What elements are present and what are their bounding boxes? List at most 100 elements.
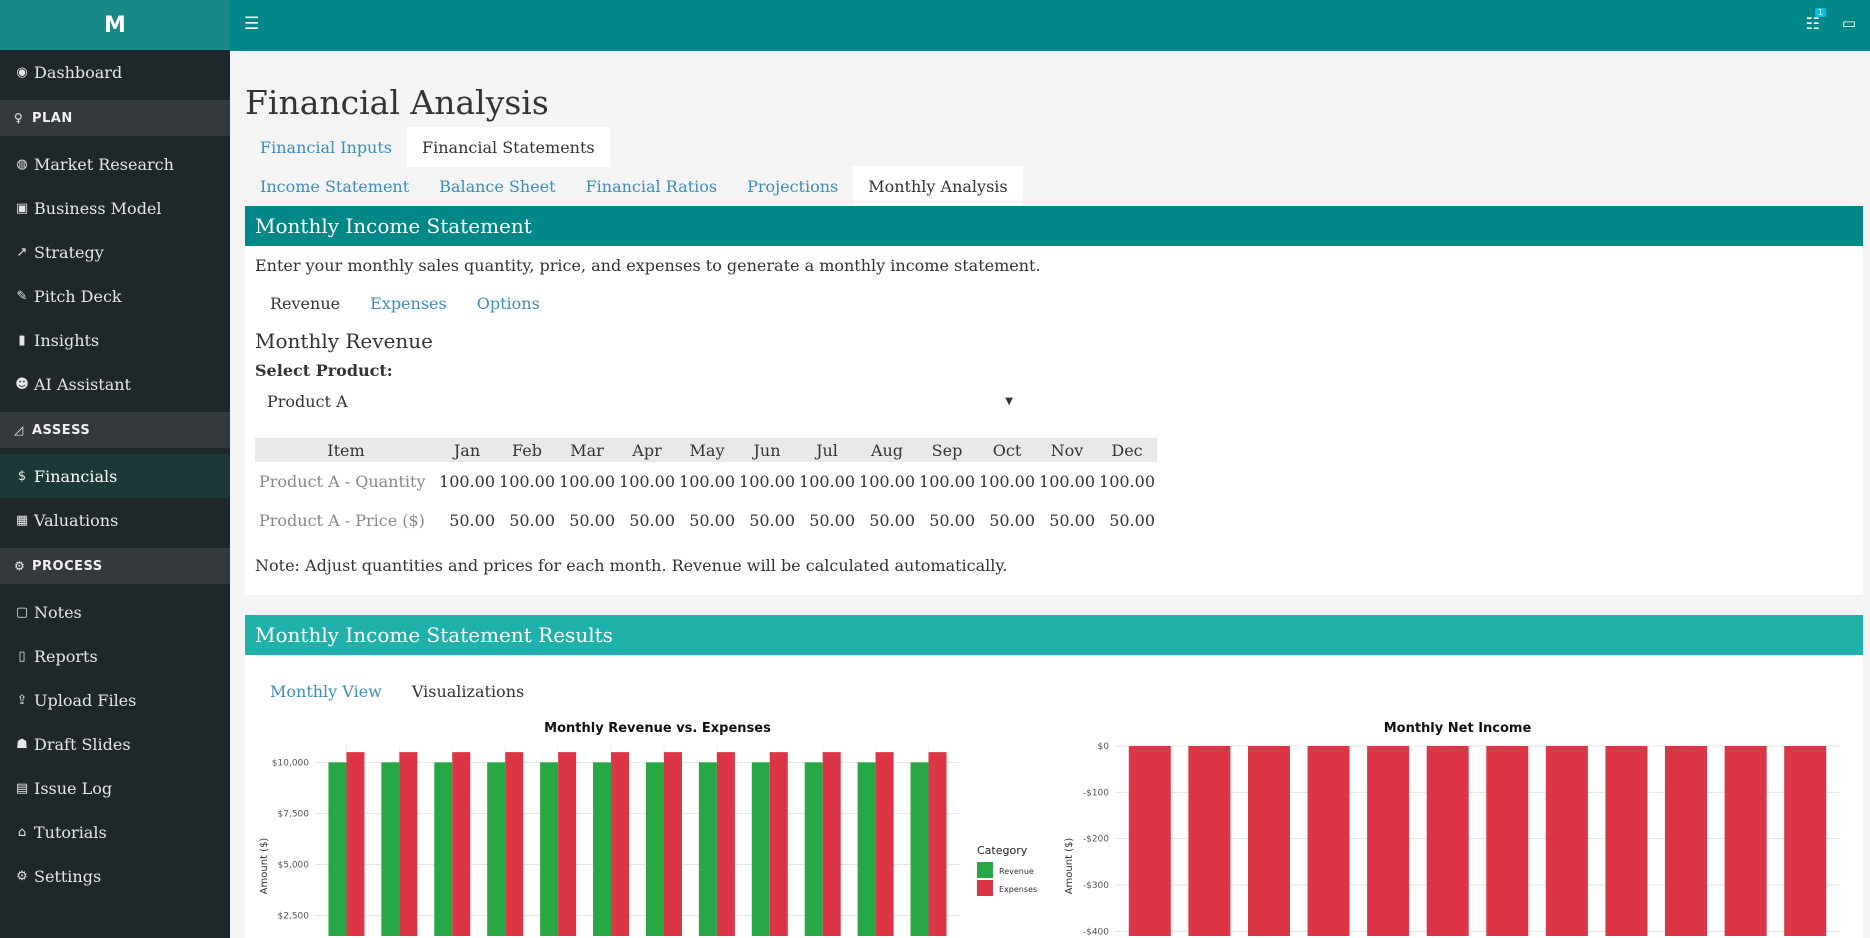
sidebar-item-pitch-deck[interactable]: ✎ Pitch Deck: [0, 274, 230, 318]
product-select[interactable]: Product A ▼: [255, 384, 1025, 418]
editable-cell[interactable]: 50.00: [677, 501, 737, 540]
tab-projections[interactable]: Projections: [732, 166, 853, 206]
tab-expenses[interactable]: Expenses: [355, 294, 462, 313]
dollar-icon: $: [17, 468, 27, 484]
revenue-bar: [540, 762, 559, 936]
editable-cell[interactable]: 50.00: [437, 501, 497, 540]
sidebar-item-dashboard[interactable]: ◉ Dashboard: [0, 50, 230, 94]
editable-cell[interactable]: 50.00: [1037, 501, 1097, 540]
sidebar-item-upload-files[interactable]: ⇪ Upload Files: [0, 678, 230, 722]
editable-cell[interactable]: 100.00: [1037, 462, 1097, 501]
chart-title: Monthly Net Income: [1383, 721, 1532, 736]
revenue-bar: [751, 762, 770, 936]
sidebar-item-insights[interactable]: ▮ Insights: [0, 318, 230, 362]
product-select-value: Product A: [267, 391, 348, 411]
y-tick-label: $10,000: [272, 758, 309, 768]
sidebar-item-financials[interactable]: $ Financials: [0, 454, 230, 498]
sidebar-item-reports[interactable]: ▯ Reports: [0, 634, 230, 678]
sidebar-section-process: ⚙ PROCESS: [0, 548, 230, 584]
upload-icon: ⇪: [16, 692, 28, 708]
sidebar-item-notes[interactable]: ▢ Notes: [0, 590, 230, 634]
tab-revenue[interactable]: Revenue: [255, 294, 355, 313]
sidebar-item-label: Dashboard: [34, 62, 123, 82]
editable-cell[interactable]: 50.00: [497, 501, 557, 540]
editable-cell[interactable]: 100.00: [917, 462, 977, 501]
net-income-bar: [1605, 746, 1648, 936]
column-header-month: Nov: [1037, 438, 1097, 462]
page-title: Financial Analysis: [245, 83, 549, 122]
expenses-bar: [716, 752, 735, 936]
editable-cell[interactable]: 100.00: [737, 462, 797, 501]
tab-balance-sheet[interactable]: Balance Sheet: [424, 166, 570, 206]
app-logo[interactable]: M: [0, 0, 230, 50]
sidebar-item-market-research[interactable]: ◍ Market Research: [0, 142, 230, 186]
column-header-month: Aug: [857, 438, 917, 462]
sidebar-item-label: Draft Slides: [34, 734, 131, 754]
top-navbar: ☰ ☷ 1 ▭: [230, 0, 1870, 51]
tab-monthly-view[interactable]: Monthly View: [255, 682, 397, 701]
sidebar-menu: ◉ Dashboard ♀ PLAN ◍ Market Research ▣ Business…: [0, 50, 230, 898]
sidebar-item-issue-log[interactable]: ▤ Issue Log: [0, 766, 230, 810]
sidebar-item-tutorials[interactable]: ⌂ Tutorials: [0, 810, 230, 854]
section-title: Monthly Revenue: [255, 329, 433, 353]
tab-options[interactable]: Options: [462, 294, 555, 313]
sidebar-item-draft-slides[interactable]: ☗ Draft Slides: [0, 722, 230, 766]
editable-cell[interactable]: 100.00: [677, 462, 737, 501]
editable-cell[interactable]: 50.00: [737, 501, 797, 540]
editable-cell[interactable]: 50.00: [917, 501, 977, 540]
legend-swatch: [977, 862, 993, 878]
editable-cell[interactable]: 100.00: [617, 462, 677, 501]
editable-cell[interactable]: 100.00: [857, 462, 917, 501]
tab-monthly-analysis[interactable]: Monthly Analysis: [853, 166, 1023, 206]
tab-income-statement[interactable]: Income Statement: [245, 166, 424, 206]
legend-label: Expenses: [999, 885, 1037, 894]
sidebar-item-settings[interactable]: ⚙ Settings: [0, 854, 230, 898]
sidebar-item-label: Financials: [34, 466, 118, 486]
menu-toggle-icon[interactable]: ☰: [244, 14, 259, 34]
legend-label: Revenue: [999, 867, 1034, 876]
sidebar-item-label: Tutorials: [34, 822, 107, 842]
column-header-month: Mar: [557, 438, 617, 462]
editable-cell[interactable]: 50.00: [977, 501, 1037, 540]
y-tick-label: $5,000: [278, 860, 310, 870]
y-tick-label: $0: [1098, 742, 1110, 752]
sliders-icon: ☗: [16, 736, 28, 752]
tab-financial-ratios[interactable]: Financial Ratios: [571, 166, 733, 206]
editable-cell[interactable]: 50.00: [797, 501, 857, 540]
editable-cell[interactable]: 50.00: [1097, 501, 1157, 540]
select-product-label: Select Product:: [255, 361, 393, 380]
editable-cell[interactable]: 100.00: [977, 462, 1037, 501]
editable-cell[interactable]: 100.00: [437, 462, 497, 501]
table-row: Product A - Price ($) 50.00 50.00 50.00 50.0…: [255, 501, 1157, 540]
revenue-bar: [328, 762, 347, 936]
revenue-bar: [857, 762, 876, 936]
sidebar-item-strategy[interactable]: ↗ Strategy: [0, 230, 230, 274]
editable-cell[interactable]: 100.00: [497, 462, 557, 501]
revenue-bar: [804, 762, 823, 936]
editable-cell[interactable]: 50.00: [857, 501, 917, 540]
column-header-month: Feb: [497, 438, 557, 462]
income-tabs: Revenue Expenses Options: [255, 283, 1853, 323]
tab-visualizations[interactable]: Visualizations: [397, 682, 539, 701]
expenses-bar: [611, 752, 630, 936]
tab-financial-inputs[interactable]: Financial Inputs: [245, 127, 407, 167]
editable-cell[interactable]: 100.00: [1097, 462, 1157, 501]
tab-financial-statements[interactable]: Financial Statements: [407, 127, 610, 167]
column-header-month: May: [677, 438, 737, 462]
sidebar-item-business-model[interactable]: ▣ Business Model: [0, 186, 230, 230]
net-income-bar: [1724, 746, 1767, 936]
net-income-bar: [1784, 746, 1827, 936]
editable-cell[interactable]: 100.00: [797, 462, 857, 501]
revenue-expenses-svg: $2,500 $5,000 $7,500 $10,000 Amount ($) Categ…: [259, 746, 1037, 936]
credit-card-icon[interactable]: ▭: [1842, 14, 1856, 32]
y-axis-label: Amount ($): [259, 838, 270, 895]
editable-cell[interactable]: 100.00: [557, 462, 617, 501]
sidebar-item-label: Upload Files: [34, 690, 137, 710]
editable-cell[interactable]: 50.00: [557, 501, 617, 540]
editable-cell[interactable]: 50.00: [617, 501, 677, 540]
sidebar-item-valuations[interactable]: ▦ Valuations: [0, 498, 230, 542]
expenses-bar: [452, 752, 471, 936]
sidebar-item-ai-assistant[interactable]: ☻ AI Assistant: [0, 362, 230, 406]
row-label: Product A - Quantity: [259, 472, 426, 491]
sidebar-item-label: Reports: [34, 646, 98, 666]
